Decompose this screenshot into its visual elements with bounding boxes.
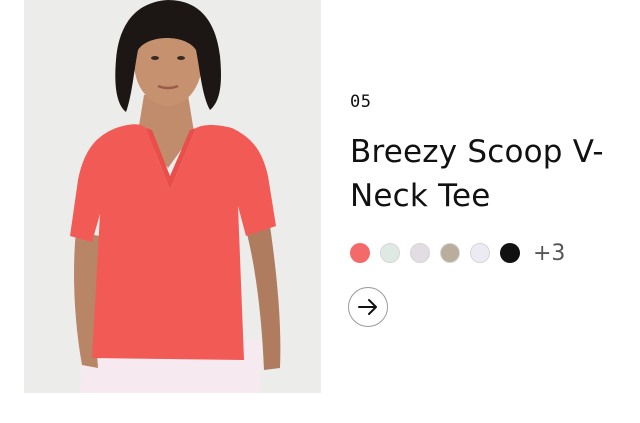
product-index: 05	[350, 92, 372, 112]
more-colors-count[interactable]: +3	[533, 241, 565, 266]
swatch-khaki[interactable]	[440, 243, 460, 263]
swatch-pale-lilac[interactable]	[470, 243, 490, 263]
product-title[interactable]: Breezy Scoop V-Neck Tee	[350, 130, 622, 218]
swatch-coral[interactable]	[350, 243, 370, 263]
color-swatches: +3	[350, 240, 565, 266]
swatch-lavender-gray[interactable]	[410, 243, 430, 263]
view-product-button[interactable]	[348, 287, 388, 327]
swatch-mint[interactable]	[380, 243, 400, 263]
product-info: 05 Breezy Scoop V-Neck Tee +3	[348, 0, 630, 423]
arrow-right-icon	[358, 299, 377, 315]
product-image[interactable]	[24, 0, 321, 393]
swatch-black[interactable]	[500, 243, 520, 263]
product-card[interactable]: 05 Breezy Scoop V-Neck Tee +3	[0, 0, 640, 423]
model-photo	[24, 0, 321, 393]
